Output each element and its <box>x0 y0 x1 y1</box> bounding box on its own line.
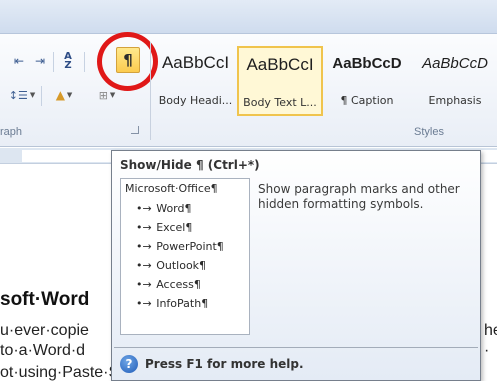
style-sample: AaBbCcD <box>422 55 488 72</box>
style-sample: AaBbCcI <box>161 53 230 72</box>
style-name: ¶ Caption <box>340 94 394 107</box>
preview-item-label: Word¶ <box>156 202 192 215</box>
increase-indent-button[interactable]: ⇥ <box>31 52 49 70</box>
bullet-tab-icon: •→ <box>136 240 152 253</box>
style-sample: AaBbCcI <box>246 55 314 74</box>
document-heading: soft·Word <box>0 289 90 310</box>
preview-list-item: •→ Outlook¶ <box>125 256 245 275</box>
preview-list-item: •→ Access¶ <box>125 275 245 294</box>
bullet-tab-icon: •→ <box>136 297 152 310</box>
borders-button[interactable]: ⊞ ▼ <box>92 86 122 104</box>
document-line: to·a·Word·d <box>0 342 86 359</box>
ribbon-tab-strip <box>0 0 497 34</box>
sort-icon-bottom: Z <box>64 60 72 71</box>
show-hide-tooltip: Show/Hide ¶ (Ctrl+*) Microsoft·Office¶ •… <box>111 150 481 381</box>
line-spacing-icon: ↕☰ <box>8 88 28 102</box>
bullet-tab-icon: •→ <box>136 278 152 291</box>
shading-button[interactable]: ▲ ▼ <box>49 86 79 104</box>
document-line-fragment: her <box>484 322 497 339</box>
preview-item-label: Outlook¶ <box>156 259 207 272</box>
style-tile-caption[interactable]: AaBbCcD ¶ Caption <box>326 46 408 116</box>
style-tile-body-heading[interactable]: AaBbCcI Body Headi... <box>156 46 235 116</box>
paragraph-group-label: raph <box>0 126 23 138</box>
divider <box>41 86 42 106</box>
style-sample: AaBbCcD <box>332 55 402 72</box>
preview-list-item: •→ Word¶ <box>125 199 245 218</box>
tooltip-divider <box>114 347 478 348</box>
style-name: Body Headi... <box>158 94 233 107</box>
shading-icon: ▲ <box>55 88 65 102</box>
group-divider <box>150 42 151 140</box>
tooltip-title: Show/Hide ¶ (Ctrl+*) <box>120 158 260 172</box>
chevron-down-icon: ▼ <box>109 91 116 99</box>
style-tile-emphasis[interactable]: AaBbCcD Emphasis <box>413 46 497 116</box>
divider <box>84 52 85 72</box>
decrease-indent-button[interactable]: ⇤ <box>10 52 28 70</box>
preview-list-item: •→ Excel¶ <box>125 218 245 237</box>
sort-button[interactable]: A Z <box>60 50 76 72</box>
highlight-circle <box>97 32 158 91</box>
tooltip-description: Show paragraph marks and other hidden fo… <box>258 182 460 211</box>
preview-item-label: InfoPath¶ <box>156 297 209 310</box>
preview-title: Microsoft·Office¶ <box>125 182 218 195</box>
style-name: Emphasis <box>428 94 482 107</box>
bullet-tab-icon: •→ <box>136 259 152 272</box>
bullet-tab-icon: •→ <box>136 202 152 215</box>
chevron-down-icon: ▼ <box>29 91 36 99</box>
paragraph-dialog-launcher-icon[interactable] <box>131 126 139 134</box>
preview-item-label: Excel¶ <box>156 221 193 234</box>
bullet-tab-icon: •→ <box>136 221 152 234</box>
preview-list-item: •→ InfoPath¶ <box>125 294 245 313</box>
style-tile-body-text[interactable]: AaBbCcI Body Text L... <box>237 46 323 116</box>
style-name: Body Text L... <box>243 96 317 109</box>
styles-group-label: Styles <box>414 126 444 138</box>
help-icon: ? <box>120 355 138 373</box>
tooltip-preview: Microsoft·Office¶ •→ Word¶ •→ Excel¶ •→ … <box>120 178 250 335</box>
chevron-down-icon: ▼ <box>66 91 73 99</box>
tooltip-help-text: Press F1 for more help. <box>145 357 304 371</box>
preview-list-item: •→ PowerPoint¶ <box>125 237 245 256</box>
divider <box>53 52 54 72</box>
document-line-fragment: · <box>484 342 490 359</box>
document-line: u·ever·copie <box>0 322 89 339</box>
preview-item-label: Access¶ <box>156 278 201 291</box>
line-spacing-button[interactable]: ↕☰ ▼ <box>8 86 36 104</box>
borders-icon: ⊞ <box>98 88 108 102</box>
preview-item-label: PowerPoint¶ <box>156 240 224 253</box>
